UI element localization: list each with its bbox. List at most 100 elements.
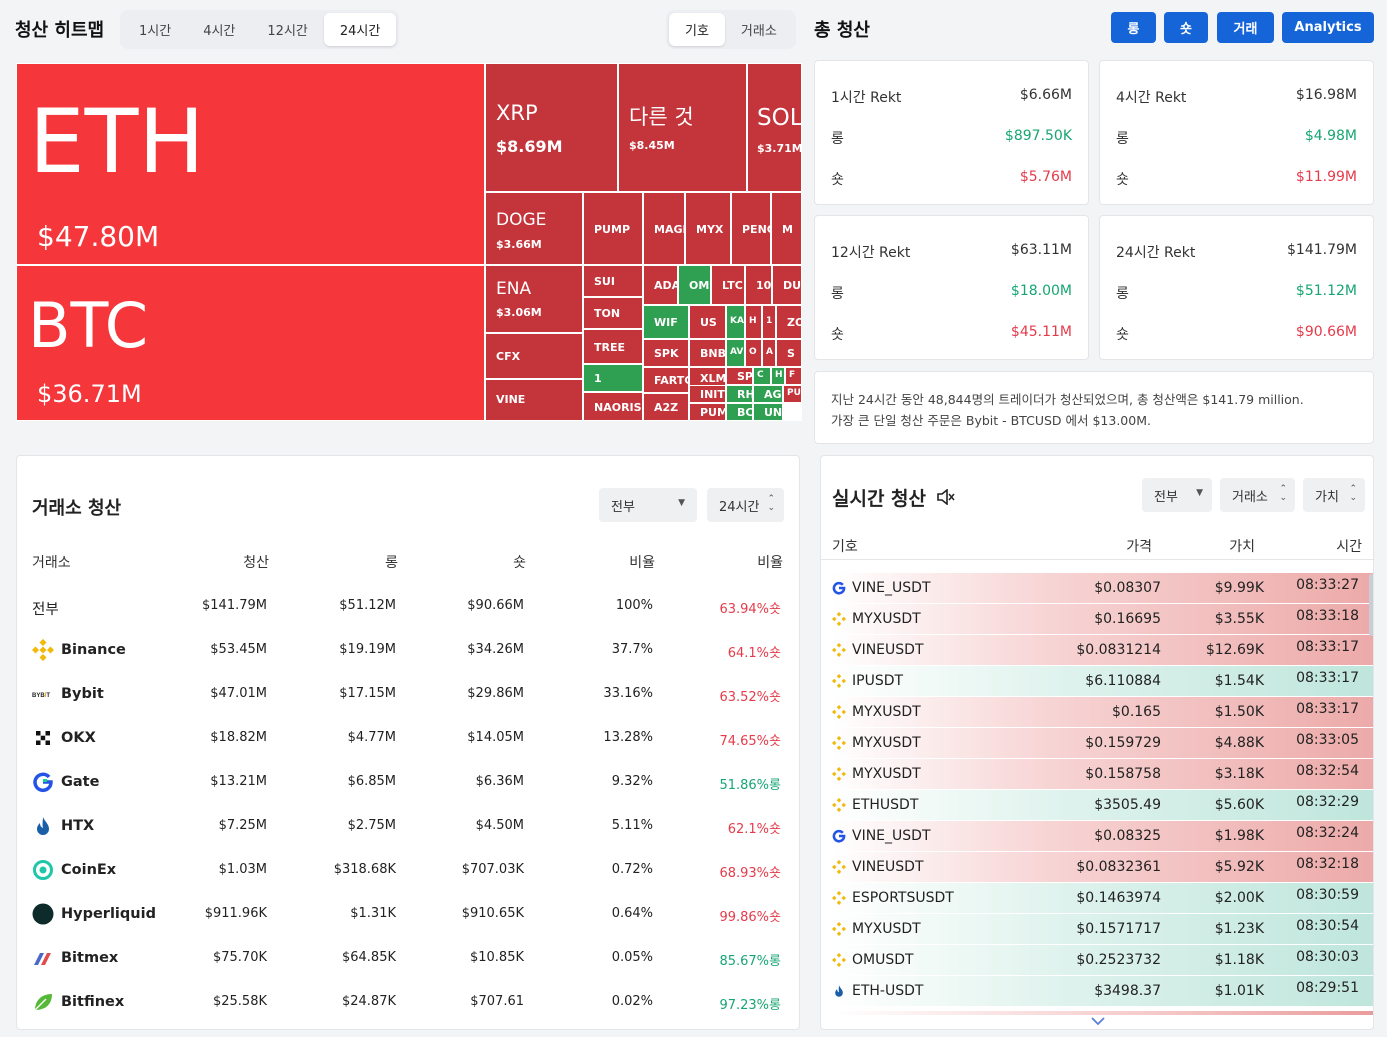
live-liquidation-row[interactable]: VINEUSDT $0.0831214 $12.69K 08:33:17 — [831, 635, 1373, 666]
live-liquidation-row[interactable]: MYXUSDT $0.158758 $3.18K 08:32:54 — [831, 759, 1373, 790]
exchange-row[interactable]: CoinEx $1.03M $318.68K $707.03K 0.72% 68… — [17, 848, 799, 892]
live-liquidation-row[interactable]: VINE_USDT $0.08307 $9.99K 08:33:27 — [832, 573, 1373, 604]
tab-exchange[interactable]: 거래소 — [725, 13, 793, 46]
heatmap-cell-small[interactable]: MYX — [685, 192, 731, 265]
exchange-row[interactable]: BYBIT Bybit $47.01M $17.15M $29.86M 33.1… — [17, 672, 799, 716]
exchange-row[interactable]: HTX $7.25M $2.75M $4.50M 5.11% 62.1%숏 — [17, 804, 799, 848]
tab-12h[interactable]: 12시간 — [251, 13, 323, 46]
heatmap-cell-small[interactable]: INIT — [689, 385, 726, 403]
live-value: $1.54K — [1214, 673, 1264, 689]
heatmap-cell-vine[interactable]: VINE — [485, 379, 583, 421]
heatmap-cell-small[interactable]: SPX — [726, 367, 753, 385]
live-liquidation-row[interactable]: MYXUSDT $0.165 $1.50K 08:33:17 — [831, 697, 1373, 728]
exchange-row[interactable]: OKX $18.82M $4.77M $14.05M 13.28% 74.65%… — [17, 716, 799, 760]
exchange-row[interactable]: 전부 $141.79M $51.12M $90.66M 100% 63.94%숏 — [17, 584, 799, 628]
tab-1h[interactable]: 1시간 — [123, 13, 187, 46]
heatmap-cell-small[interactable]: AV — [726, 339, 745, 367]
live-liquidation-row[interactable]: ESPORTSUSDT $0.1463974 $2.00K 08:30:59 — [831, 883, 1373, 914]
period-select[interactable]: 24시간 ⌃ ⌄ — [707, 488, 784, 522]
live-value-select[interactable]: 가치 ⌃ ⌄ — [1303, 478, 1365, 512]
heatmap-cell-small[interactable]: H — [771, 367, 785, 385]
heatmap-cell-small[interactable]: LTC — [711, 265, 745, 305]
heatmap-cell-btc[interactable]: BTC $36.71M — [16, 265, 485, 421]
exchange-row[interactable]: Binance $53.45M $19.19M $34.26M 37.7% 64… — [17, 628, 799, 672]
analytics-button[interactable]: Analytics — [1282, 12, 1374, 43]
heatmap-cell-small[interactable]: H — [745, 305, 762, 339]
short-button[interactable]: 숏 — [1164, 12, 1208, 43]
live-exchange-select[interactable]: 거래소 ⌃ ⌄ — [1220, 478, 1295, 512]
heatmap-cell-small[interactable]: TON — [583, 297, 643, 329]
live-liquidation-row[interactable]: VINEUSDT $0.0832361 $5.92K 08:32:18 — [831, 852, 1373, 883]
heatmap-cell-small[interactable]: 1 — [762, 305, 776, 339]
heatmap-cell-xrp[interactable]: XRP $8.69M — [485, 63, 618, 192]
trade-button[interactable]: 거래 — [1217, 12, 1274, 43]
heatmap-cell-small[interactable]: BNB — [689, 339, 726, 367]
heatmap-cell-small[interactable]: PENG — [731, 192, 771, 265]
heatmap-cell-small[interactable]: BC — [726, 403, 753, 421]
live-value: $5.60K — [1214, 797, 1264, 813]
heatmap-cell-small[interactable]: TREE — [583, 329, 643, 364]
chevron-down-icon[interactable] — [1090, 1016, 1106, 1026]
tab-symbol[interactable]: 기호 — [669, 13, 725, 46]
view-tabs: 기호 거래소 — [666, 10, 796, 49]
live-liquidation-row[interactable]: ETHUSDT $3505.49 $5.60K 08:32:29 — [831, 790, 1373, 821]
heatmap-cell-small[interactable]: ADA — [643, 265, 678, 305]
tab-24h[interactable]: 24시간 — [323, 13, 397, 46]
live-liquidation-row[interactable]: VINE_USDT $0.08325 $1.98K 08:32:24 — [832, 821, 1373, 852]
heatmap-cell-small[interactable]: PUM — [783, 385, 802, 403]
heatmap-cell-small[interactable]: WIF — [643, 305, 689, 339]
heatmap-cell-small[interactable]: A — [762, 339, 776, 367]
live-liquidation-row[interactable]: MYXUSDT $0.1571717 $1.23K 08:30:54 — [831, 914, 1373, 945]
live-symbol: MYXUSDT — [852, 766, 921, 782]
heatmap-cell-doge[interactable]: DOGE $3.66M — [485, 192, 583, 265]
heatmap-cell-small[interactable]: PUM — [689, 403, 726, 421]
heatmap-cell-small[interactable]: OM — [678, 265, 711, 305]
heatmap-cell-other[interactable]: 다른 것 $8.45M — [618, 63, 747, 192]
exchange-ratio: 63.94%숏 — [719, 602, 781, 617]
tab-4h[interactable]: 4시간 — [187, 13, 251, 46]
heatmap-cell-small[interactable]: DUC — [772, 265, 802, 305]
scrollbar-thumb[interactable] — [1369, 574, 1373, 636]
heatmap-cell-small[interactable]: FARTCOI — [643, 367, 689, 393]
heatmap-cell-small[interactable]: SUI — [583, 265, 643, 297]
heatmap-cell-eth[interactable]: ETH $47.80M — [16, 63, 485, 265]
live-filter-dropdown[interactable]: 전부 ▼ — [1142, 478, 1212, 512]
mute-icon[interactable] — [937, 489, 955, 505]
heatmap-cell-small[interactable]: UN — [753, 403, 783, 421]
heatmap-cell-small[interactable]: PUMP — [583, 192, 643, 265]
heatmap-cell-small[interactable]: C — [753, 367, 771, 385]
heatmap-cell-small[interactable]: ZORA — [776, 305, 802, 339]
cell-symbol: SUI — [594, 275, 615, 288]
exchange-filter-dropdown[interactable]: 전부 ▼ — [599, 488, 697, 522]
exchange-row[interactable]: Bitmex $75.70K $64.85K $10.85K 0.05% 85.… — [17, 936, 799, 980]
heatmap-cell-ena[interactable]: ENA $3.06M — [485, 265, 583, 333]
cell-symbol: O — [749, 347, 757, 357]
heatmap-cell-small[interactable]: 1 — [583, 364, 643, 392]
live-liquidation-row[interactable]: MYXUSDT $0.16695 $3.55K 08:33:18 — [831, 604, 1373, 635]
exchange-row[interactable]: Gate $13.21M $6.85M $6.36M 9.32% 51.86%롱 — [17, 760, 799, 804]
header-long: 롱 — [385, 555, 398, 571]
heatmap-cell-small[interactable]: SPK — [643, 339, 689, 367]
live-liquidation-row[interactable]: IPUSDT $6.110884 $1.54K 08:33:17 — [831, 666, 1373, 697]
heatmap-cell-small[interactable]: MAGIC — [643, 192, 685, 265]
exchange-row[interactable]: Hyperliquid $911.96K $1.31K $910.65K 0.6… — [17, 892, 799, 936]
heatmap-cell-small[interactable]: 100 — [745, 265, 772, 305]
heatmap-cell-small[interactable]: RH — [726, 385, 753, 403]
exchange-row[interactable]: Bitfinex $25.58K $24.87K $707.61 0.02% 9… — [17, 980, 799, 1024]
heatmap-cell-small[interactable]: KA — [726, 305, 745, 339]
heatmap-cell-cfx[interactable]: CFX — [485, 333, 583, 379]
heatmap-cell-small[interactable]: A2Z — [643, 393, 689, 421]
heatmap-cell-small[interactable]: AG — [753, 385, 783, 403]
heatmap-cell-small[interactable]: NAORIS — [583, 392, 643, 421]
live-liquidation-row[interactable]: ETH-USDT $3498.37 $1.01K 08:29:51 — [832, 976, 1373, 1007]
heatmap-cell-small[interactable]: US — [689, 305, 726, 339]
live-liquidation-row[interactable]: OMUSDT $0.2523732 $1.18K 08:30:03 — [831, 945, 1373, 976]
live-time: 08:29:51 — [1296, 980, 1359, 996]
heatmap-cell-small[interactable]: S — [776, 339, 802, 367]
heatmap-cell-small[interactable]: M — [771, 192, 802, 265]
live-liquidation-row[interactable]: MYXUSDT $0.159729 $4.88K 08:33:05 — [831, 728, 1373, 759]
long-button[interactable]: 롱 — [1111, 12, 1156, 43]
heatmap-cell-sol[interactable]: SOL $3.71M — [747, 63, 802, 192]
heatmap-cell-small[interactable]: O — [745, 339, 762, 367]
heatmap-cell-small[interactable]: F — [785, 367, 802, 385]
